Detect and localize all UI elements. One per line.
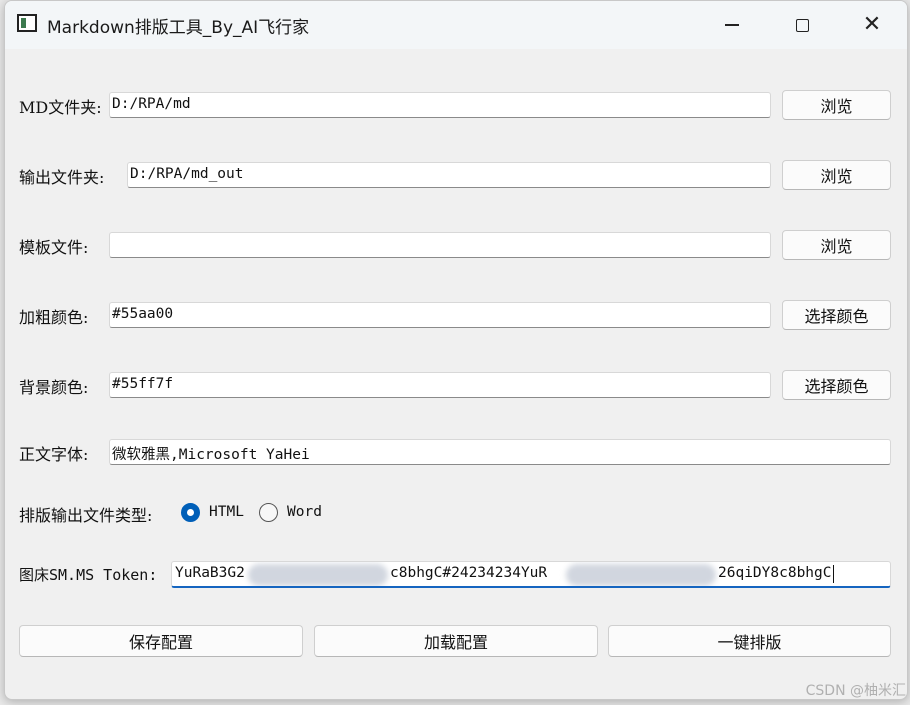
output-folder-label: 输出文件夹: bbox=[19, 168, 105, 187]
window-title: Markdown排版工具_By_AI飞行家 bbox=[47, 18, 310, 38]
browse-output-folder-button[interactable]: 浏览 bbox=[782, 160, 891, 190]
choose-background-color-button[interactable]: 选择颜色 bbox=[782, 370, 891, 400]
html-radio-label[interactable]: HTML bbox=[209, 504, 244, 520]
token-redaction bbox=[248, 564, 388, 586]
template-file-label: 模板文件: bbox=[19, 238, 89, 257]
browse-md-folder-button[interactable]: 浏览 bbox=[782, 90, 891, 120]
token-redaction bbox=[566, 564, 716, 586]
load-config-button[interactable]: 加载配置 bbox=[314, 625, 598, 657]
format-button[interactable]: 一键排版 bbox=[608, 625, 891, 657]
minimize-button[interactable] bbox=[697, 1, 767, 49]
html-radio[interactable] bbox=[181, 503, 200, 522]
md-folder-label: MD文件夹: bbox=[19, 98, 102, 117]
word-radio-label[interactable]: Word bbox=[287, 504, 322, 520]
bold-color-input[interactable]: #55aa00 bbox=[109, 302, 771, 328]
maximize-button[interactable] bbox=[767, 1, 837, 49]
watermark: CSDN @柚米汇 bbox=[805, 683, 906, 699]
close-button[interactable]: ✕ bbox=[837, 1, 907, 49]
main-window: Markdown排版工具_By_AI飞行家 ✕ MD文件夹: D:/RPA/md… bbox=[4, 0, 908, 700]
token-label: 图床SM.MS Token: bbox=[19, 566, 158, 584]
template-file-input[interactable] bbox=[109, 232, 771, 258]
body-font-label: 正文字体: bbox=[19, 445, 89, 464]
token-input[interactable]: YuRaB3G2 c8bhgC#24234234YuR 26qiDY8c8bhg… bbox=[171, 561, 891, 588]
title-bar[interactable]: Markdown排版工具_By_AI飞行家 ✕ bbox=[5, 1, 907, 49]
word-radio[interactable] bbox=[259, 503, 278, 522]
output-type-label: 排版输出文件类型: bbox=[19, 506, 153, 525]
minimize-icon bbox=[725, 24, 739, 26]
body-font-input[interactable]: 微软雅黑,Microsoft YaHei bbox=[109, 439, 891, 465]
close-icon: ✕ bbox=[862, 12, 882, 37]
token-text-middle: c8bhgC#24234234YuR bbox=[390, 565, 548, 581]
maximize-icon bbox=[795, 18, 809, 32]
choose-bold-color-button[interactable]: 选择颜色 bbox=[782, 300, 891, 330]
output-folder-input[interactable]: D:/RPA/md_out bbox=[127, 162, 771, 188]
background-color-input[interactable]: #55ff7f bbox=[109, 372, 771, 398]
app-icon bbox=[17, 14, 37, 32]
text-cursor bbox=[833, 565, 834, 583]
save-config-button[interactable]: 保存配置 bbox=[19, 625, 303, 657]
background-color-label: 背景颜色: bbox=[19, 378, 89, 397]
md-folder-input[interactable]: D:/RPA/md bbox=[109, 92, 771, 118]
bold-color-label: 加粗颜色: bbox=[19, 308, 89, 327]
token-text-end: 26qiDY8c8bhgC bbox=[718, 565, 832, 581]
browse-template-file-button[interactable]: 浏览 bbox=[782, 230, 891, 260]
token-text-start: YuRaB3G2 bbox=[175, 565, 245, 581]
